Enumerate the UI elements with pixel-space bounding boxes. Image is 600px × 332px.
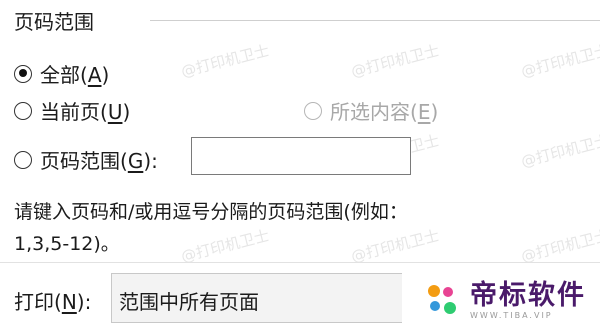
hint-line: 请键入页码和/或用逗号分隔的页码范围(例如：: [14, 201, 408, 223]
page-range-input[interactable]: [191, 137, 411, 175]
watermark-text: @打印机卫士: [179, 41, 271, 81]
logo-sub-text: WWW.TIBA.VIP: [470, 310, 553, 320]
watermark-text: @打印机卫士: [519, 131, 600, 171]
logo-icon: [426, 283, 460, 317]
brand-logo: 帝标软件 WWW.TIBA.VIP: [402, 268, 600, 332]
radio-button[interactable]: [14, 150, 32, 169]
hint-line: 1,3,5-12)。: [14, 233, 120, 255]
page-range-group-title: 页码范围: [14, 6, 100, 35]
radio-all-pages[interactable]: 全部(A): [14, 59, 109, 88]
page-range-hint: 请键入页码和/或用逗号分隔的页码范围(例如： 1,3,5-12)。: [14, 196, 574, 260]
watermark-text: @打印机卫士: [519, 41, 600, 81]
radio-page-range-label: 页码范围(G):: [40, 149, 158, 173]
watermark-text: @打印机卫士: [349, 41, 441, 81]
radio-button[interactable]: [14, 101, 32, 120]
radio-current-label: 当前页(U): [40, 100, 131, 124]
radio-page-range[interactable]: 页码范围(G):: [14, 145, 158, 174]
section-divider: [0, 262, 600, 263]
radio-selection-label: 所选内容(E): [330, 100, 439, 124]
radio-button-checked[interactable]: [14, 64, 32, 83]
radio-selection: 所选内容(E): [304, 96, 438, 125]
logo-main-text: 帝标软件: [470, 279, 586, 311]
radio-all-label: 全部(A): [40, 63, 110, 87]
logo-text: 帝标软件 WWW.TIBA.VIP: [470, 279, 586, 320]
radio-current-page[interactable]: 当前页(U): [14, 96, 130, 125]
print-label: 打印(N):: [14, 290, 92, 314]
group-divider: [150, 20, 600, 21]
radio-button-disabled: [304, 101, 322, 120]
